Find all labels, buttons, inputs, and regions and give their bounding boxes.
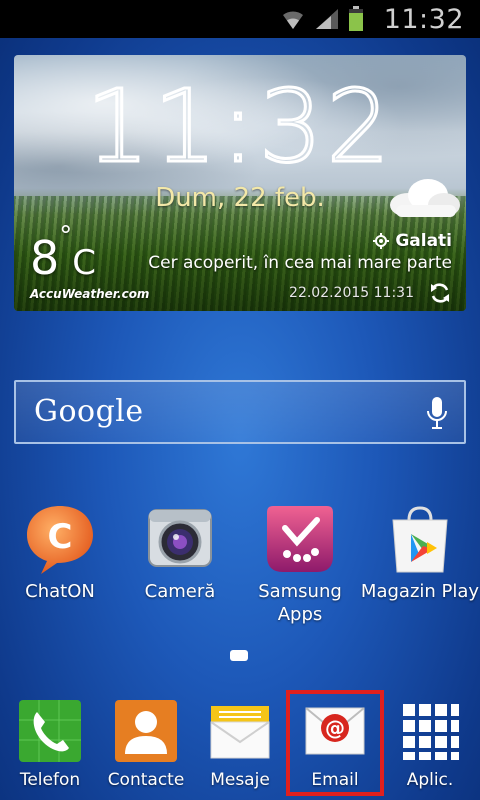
dock-label: Aplic. bbox=[406, 770, 454, 790]
camera-icon bbox=[143, 502, 217, 576]
wifi-icon bbox=[282, 11, 303, 29]
temperature-value: 8 bbox=[30, 231, 60, 285]
dock-label: Telefon bbox=[19, 770, 81, 790]
chaton-icon: C bbox=[23, 502, 97, 576]
location-label: Galati bbox=[395, 231, 452, 251]
app-camera[interactable]: Cameră bbox=[120, 502, 240, 603]
app-label: Cameră bbox=[144, 581, 216, 602]
dock-label: Mesaje bbox=[210, 770, 270, 790]
degree-symbol: ° bbox=[59, 220, 73, 251]
play-store-icon bbox=[383, 502, 457, 576]
dock-apps[interactable]: Aplic. bbox=[382, 698, 478, 790]
app-label: ChatON bbox=[25, 581, 95, 602]
google-search-bar[interactable]: Google bbox=[14, 380, 466, 444]
weather-clock: 11:32 bbox=[84, 68, 395, 185]
dock-phone[interactable]: Telefon bbox=[2, 698, 98, 790]
weather-date: Dum, 22 feb. bbox=[155, 183, 325, 213]
weather-temperature: 8°C bbox=[30, 221, 97, 285]
weather-condition: Cer acoperit, în cea mai mare parte bbox=[148, 253, 452, 273]
battery-icon bbox=[348, 6, 363, 31]
phone-icon bbox=[17, 698, 83, 764]
refresh-icon[interactable] bbox=[428, 281, 452, 305]
status-bar[interactable]: 11:32 bbox=[0, 0, 480, 38]
svg-text:C: C bbox=[48, 517, 73, 557]
signal-icon bbox=[315, 9, 338, 29]
temperature-unit: C bbox=[72, 243, 97, 283]
weather-widget[interactable]: 11:32 Dum, 22 feb. 8°C Galati Cer acoper… bbox=[14, 55, 466, 311]
samsung-apps-icon bbox=[263, 502, 337, 576]
dock-contacts[interactable]: Contacte bbox=[98, 698, 194, 790]
app-samsung-apps[interactable]: Samsung Apps bbox=[240, 502, 360, 626]
app-chaton[interactable]: C ChatON bbox=[0, 502, 120, 603]
accuweather-logo: AccuWeather.com bbox=[30, 287, 150, 301]
microphone-icon[interactable] bbox=[426, 396, 448, 430]
app-label: Magazin Play bbox=[360, 581, 480, 602]
apps-grid-icon bbox=[397, 698, 463, 764]
messages-icon bbox=[207, 698, 273, 764]
weather-updated: 22.02.2015 11:31 bbox=[289, 285, 414, 301]
email-highlight-box bbox=[286, 690, 384, 796]
page-indicator bbox=[230, 650, 248, 661]
weather-location: Galati bbox=[373, 231, 452, 251]
app-label: Samsung Apps bbox=[258, 581, 342, 625]
contacts-icon bbox=[113, 698, 179, 764]
location-icon bbox=[373, 233, 390, 249]
status-time: 11:32 bbox=[383, 3, 464, 35]
google-logo: Google bbox=[34, 394, 144, 429]
dock-messages[interactable]: Mesaje bbox=[192, 698, 288, 790]
dock-label: Contacte bbox=[107, 770, 185, 790]
app-play-store[interactable]: Magazin Play bbox=[360, 502, 480, 603]
